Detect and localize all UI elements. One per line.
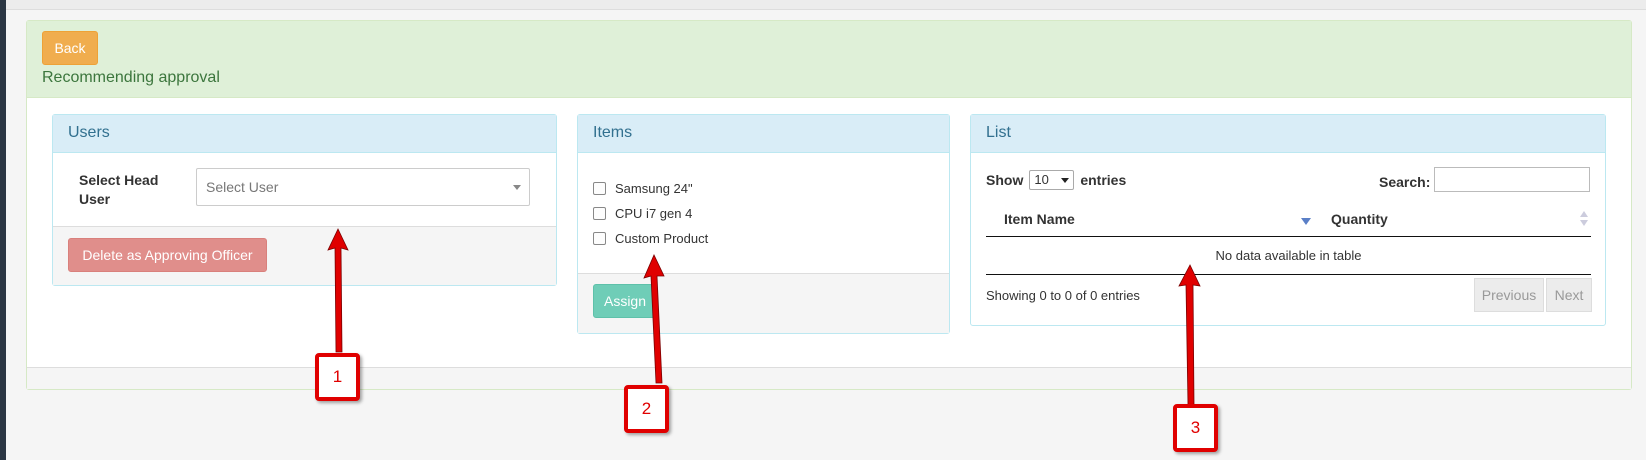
item-checkbox[interactable] [593, 231, 606, 245]
select-user-dropdown[interactable]: Select User [196, 168, 530, 206]
show-label: Show [986, 172, 1024, 188]
list-panel: List Show 10 entries Search: Item Name Q… [970, 114, 1606, 326]
users-panel-title: Users [53, 115, 556, 153]
users-panel-footer: Delete as Approving Officer [53, 226, 556, 285]
annotation-callout: 1 [315, 353, 360, 401]
top-bar [6, 0, 1646, 10]
item-checkbox[interactable] [593, 181, 606, 195]
search-label: Search: [1379, 174, 1431, 190]
column-header-item-name[interactable]: Item Name [1004, 211, 1075, 227]
chevron-down-icon [513, 185, 521, 190]
column-header-quantity[interactable]: Quantity [1331, 211, 1388, 227]
assign-button[interactable]: Assign [593, 284, 657, 318]
item-label: Custom Product [615, 230, 709, 246]
item-label: CPU i7 gen 4 [615, 205, 693, 221]
items-panel-footer: Assign [578, 273, 949, 333]
approval-panel-header: Back Recommending approval [27, 21, 1631, 98]
list-panel-title: List [971, 115, 1605, 153]
items-panel-title: Items [578, 115, 949, 153]
users-panel: Users Select Head User Select User Delet… [52, 114, 557, 286]
item-checkbox-row[interactable]: Samsung 24" [593, 179, 693, 197]
sidebar-edge [0, 0, 6, 460]
item-checkbox-row[interactable]: Custom Product [593, 229, 708, 247]
sort-descending-icon[interactable] [1301, 218, 1311, 225]
page-length-select[interactable]: 10 [1029, 170, 1075, 190]
search-input[interactable] [1434, 167, 1590, 192]
empty-table-row: No data available in table [986, 237, 1591, 275]
table-info: Showing 0 to 0 of 0 entries [986, 288, 1140, 303]
items-panel: Items Samsung 24" CPU i7 gen 4 Custom Pr… [577, 114, 950, 334]
entries-label: entries [1080, 172, 1127, 188]
select-head-user-label: Select Head User [79, 172, 159, 207]
delete-approving-officer-button[interactable]: Delete as Approving Officer [68, 238, 267, 272]
approval-panel-footer [27, 367, 1631, 389]
table-header: Item Name Quantity [986, 205, 1591, 237]
previous-page-button[interactable]: Previous [1474, 278, 1544, 312]
select-user-placeholder: Select User [206, 179, 279, 195]
annotation-callout: 2 [624, 385, 669, 433]
back-button[interactable]: Back [42, 31, 98, 65]
item-label: Samsung 24" [615, 180, 693, 196]
page-title: Recommending approval [42, 69, 220, 86]
page-length-value: 10 [1034, 172, 1049, 187]
next-page-button[interactable]: Next [1546, 278, 1592, 312]
sort-both-icon[interactable] [1580, 211, 1590, 229]
item-checkbox[interactable] [593, 206, 606, 220]
item-checkbox-row[interactable]: CPU i7 gen 4 [593, 204, 692, 222]
page-length-control: Show 10 entries [986, 170, 1126, 190]
chevron-down-icon [1061, 178, 1070, 183]
annotation-callout: 3 [1173, 404, 1218, 452]
